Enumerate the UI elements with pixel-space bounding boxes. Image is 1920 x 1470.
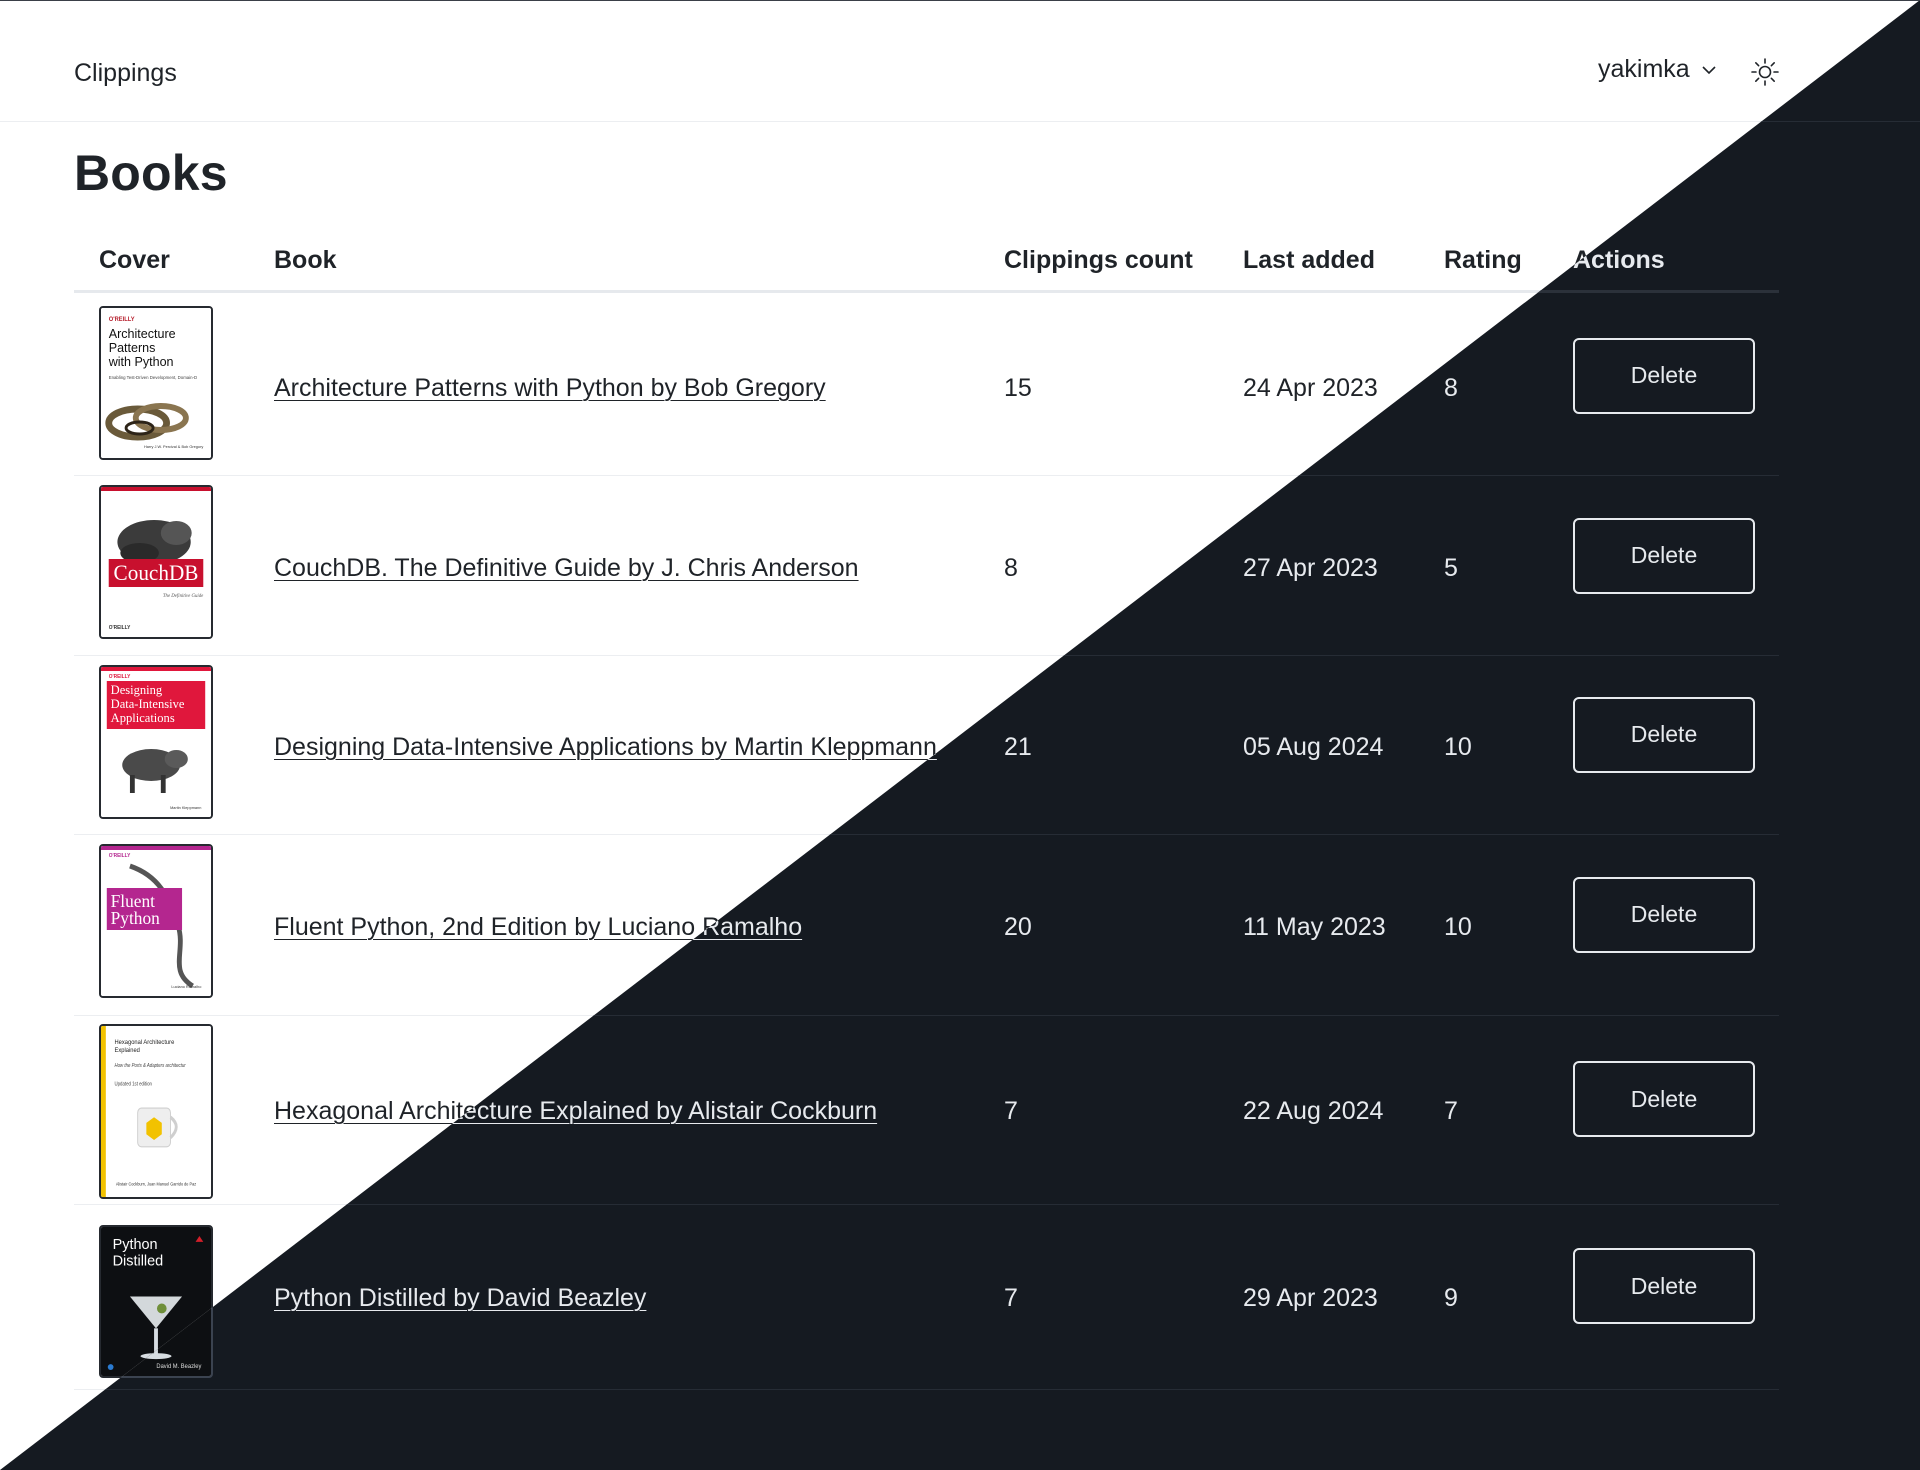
book-rating: 5 (1444, 553, 1458, 582)
cover-publisher: O'REILLY (109, 317, 135, 323)
cover-title-line: Patterns (109, 340, 156, 355)
cover-publisher: O'REILLY (109, 625, 131, 631)
delete-button[interactable]: Delete (1573, 337, 1755, 414)
cover-authors: Luciano Ramalho (171, 984, 202, 989)
cover-authors: Martin Kleppmann (170, 805, 201, 810)
cover-authors: David M. Beazley (156, 1364, 201, 1370)
clippings-count: 7 (1004, 1097, 1018, 1125)
cover-title-line: with Python (108, 354, 174, 369)
last-added-date: 27 Apr 2023 (1243, 553, 1378, 582)
delete-button[interactable]: Delete (1573, 517, 1755, 594)
last-added-date: 24 Apr 2023 (1243, 373, 1378, 402)
top-navbar: Clippings yakimka (0, 1, 1920, 122)
username-label: yakimka (1598, 55, 1690, 83)
last-added-date: 29 Apr 2023 (1243, 1284, 1378, 1312)
book-title-link[interactable]: CouchDB. The Definitive Guide by J. Chri… (274, 554, 859, 583)
book-rating: 10 (1444, 912, 1472, 941)
clippings-count: 15 (1004, 373, 1032, 402)
cover-title-line: Explained (115, 1047, 141, 1055)
book-rating: 9 (1444, 1284, 1458, 1312)
clippings-count: 20 (1004, 912, 1032, 941)
book-rating: 8 (1444, 373, 1458, 402)
column-header-book: Book (274, 246, 337, 274)
book-cover-image: O'REILLYFluentPythonLuciano Ramalho (99, 844, 213, 998)
cover-title-line: Distilled (113, 1254, 164, 1270)
delete-button[interactable]: Delete (1573, 1248, 1755, 1324)
cover-title-line: Hexagonal Architecture (115, 1039, 175, 1047)
chevron-down-icon (1702, 65, 1716, 74)
clippings-count: 7 (1004, 1284, 1018, 1312)
book-title-link[interactable]: Architecture Patterns with Python by Bob… (274, 374, 826, 403)
book-cover-image: O'REILLY DesigningData-IntensiveApplicati… (99, 665, 213, 819)
book-cover-image: Hexagonal ArchitectureExplained How the P… (99, 1024, 213, 1199)
cover-authors: Harry J.W. Percival & Bob Gregory (144, 444, 203, 449)
cover-title-line: Architecture (109, 326, 176, 341)
book-title-link[interactable]: Designing Data-Intensive Applications by… (274, 733, 937, 762)
cover-authors: Alistair Cockburn, Juan Manuel Garrido d… (116, 1181, 196, 1186)
clippings-count: 21 (1004, 732, 1032, 761)
book-cover-image: O'REILLY ArchitecturePatternswith Python E… (99, 306, 213, 460)
table-header: Cover Book Clippings count Last added Rating… (74, 241, 1779, 293)
cover-subtitle: How the Ports & Adapters architectur (115, 1063, 187, 1069)
column-header-rating: Rating (1444, 246, 1522, 274)
brand-link[interactable]: Clippings (74, 59, 177, 88)
book-cover-image: CouchDB The Definitive Guide O'REILLY (99, 485, 213, 639)
sun-icon[interactable] (1750, 57, 1780, 87)
cover-title-line: Designing (111, 683, 163, 697)
cover-edition: Updated 1st edition (115, 1081, 153, 1087)
last-added-date: 05 Aug 2024 (1243, 732, 1384, 761)
page-title: Books (74, 145, 228, 201)
last-added-date: 11 May 2023 (1243, 912, 1386, 941)
delete-button[interactable]: Delete (1573, 696, 1755, 773)
delete-button[interactable]: Delete (1573, 1061, 1755, 1137)
column-header-cover: Cover (99, 246, 170, 274)
user-menu[interactable]: yakimka (1598, 55, 1718, 84)
column-header-count: Clippings count (1004, 246, 1193, 274)
cover-subtitle: Enabling Test-Driven Development, Domain… (109, 375, 197, 380)
cover-publisher: O'REILLY (109, 853, 131, 859)
column-header-last-added: Last added (1243, 246, 1375, 274)
cover-subtitle: The Definitive Guide (163, 594, 204, 599)
book-rating: 10 (1444, 732, 1472, 761)
delete-button[interactable]: Delete (1573, 876, 1755, 953)
cover-title-line: CouchDB (114, 561, 199, 585)
book-rating: 7 (1444, 1097, 1458, 1125)
table-row: PythonDistilled David M. Beazley Python Di… (74, 1206, 1779, 1390)
cover-title-line: Python (111, 908, 160, 928)
cover-title-line: Python (113, 1237, 158, 1253)
cover-title-line: Data-Intensive (111, 697, 185, 711)
book-title-link[interactable]: Python Distilled by David Beazley (274, 1284, 646, 1313)
cover-publisher: O'REILLY (109, 674, 131, 680)
cover-title-line: Applications (111, 711, 175, 725)
last-added-date: 22 Aug 2024 (1243, 1097, 1384, 1125)
clippings-count: 8 (1004, 553, 1018, 582)
